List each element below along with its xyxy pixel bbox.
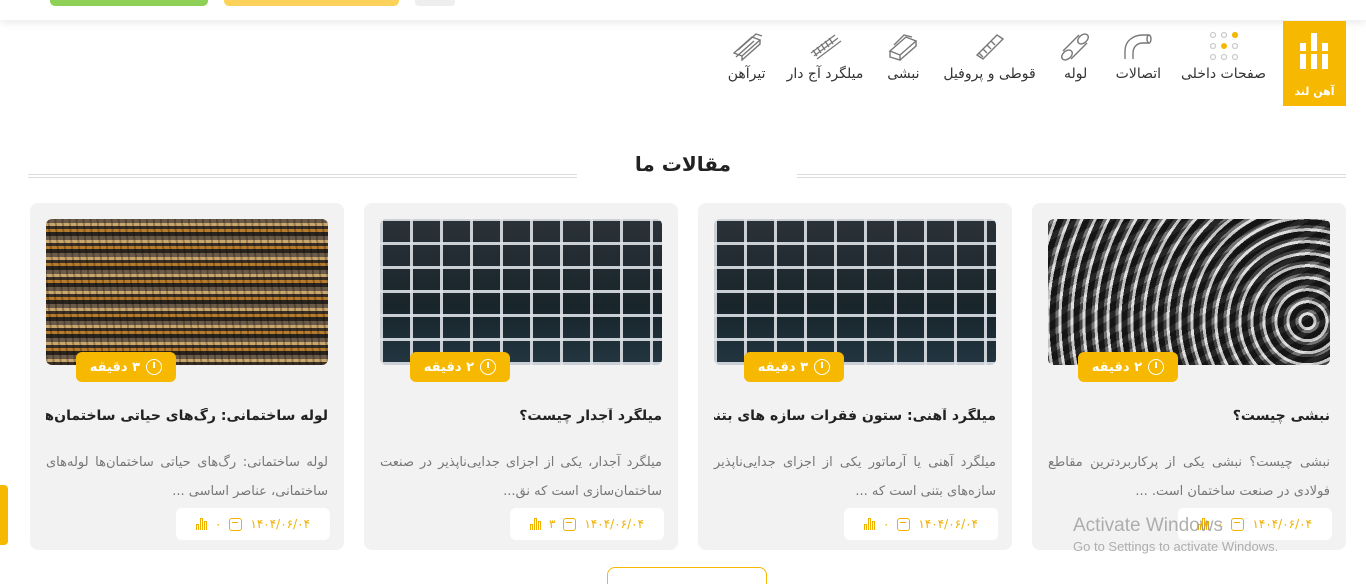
watermark-subtitle: Go to Settings to activate Windows. <box>1073 539 1279 554</box>
site-logo[interactable]: آهن لند <box>1283 21 1346 106</box>
clock-icon <box>480 359 496 375</box>
i-beam-icon <box>727 28 767 64</box>
logo-mark-icon <box>1296 33 1333 69</box>
read-time: ۲ دقیقه <box>423 359 474 375</box>
article-title[interactable]: میلگرد آهنی: ستون فقرات سازه های بتنی <box>714 408 996 424</box>
article-card[interactable]: ۳ دقیقه لوله ساختمانی: رگ‌های حیاتی ساخت… <box>30 203 344 550</box>
article-date: ۱۴۰۴/۰۶/۰۴ <box>584 517 645 531</box>
read-time-badge: ۳ دقیقه <box>75 352 176 382</box>
section-title: مقالات ما <box>634 152 732 176</box>
nav-item-label: میلگرد آج دار <box>786 66 864 82</box>
article-image-rebar-stack[interactable] <box>46 219 328 365</box>
angle-iron-icon <box>883 28 923 64</box>
nav-item-fittings[interactable]: اتصالات <box>1116 28 1161 82</box>
clock-icon <box>1148 359 1164 375</box>
dots-grid-icon <box>1204 28 1244 64</box>
article-meta: ۰ ۱۴۰۴/۰۶/۰۴ <box>844 508 998 540</box>
windows-activation-watermark: Activate Windows Go to Settings to activ… <box>1073 515 1278 554</box>
calendar-icon <box>563 517 577 531</box>
article-date: ۱۴۰۴/۰۶/۰۴ <box>250 517 311 531</box>
nav-item-pages[interactable]: صفحات داخلی <box>1181 28 1266 82</box>
read-time: ۳ دقیقه <box>89 359 140 375</box>
article-image-steel-pipes[interactable] <box>1048 219 1330 365</box>
article-title[interactable]: نبشی چیست؟ <box>1048 408 1330 424</box>
view-all-articles-button[interactable] <box>607 567 767 584</box>
clock-icon <box>146 359 162 375</box>
article-image-steel-profiles[interactable] <box>380 219 662 365</box>
article-meta: ۰ ۱۴۰۴/۰۶/۰۴ <box>176 508 330 540</box>
rebar-icon <box>805 28 845 64</box>
calendar-icon <box>229 517 243 531</box>
nav-item-label: نبشی <box>887 66 920 82</box>
article-meta: ۳ ۱۴۰۴/۰۶/۰۴ <box>510 508 664 540</box>
nav-item-angle[interactable]: نبشی <box>883 28 923 82</box>
pipe-icon <box>1056 28 1096 64</box>
header-green-button[interactable] <box>50 0 208 6</box>
article-date: ۱۴۰۴/۰۶/۰۴ <box>918 517 979 531</box>
nav-item-label: قوطی و پروفیل <box>943 66 1036 82</box>
calendar-icon <box>897 517 911 531</box>
watermark-title: Activate Windows <box>1073 515 1223 536</box>
nav-item-label: صفحات داخلی <box>1181 66 1266 82</box>
profile-tube-icon <box>970 28 1010 64</box>
side-floating-tab[interactable] <box>0 485 8 545</box>
read-time: ۳ دقیقه <box>757 359 808 375</box>
article-excerpt: میلگرد آهنی یا آرماتور یکی از اجزای جدای… <box>714 455 996 499</box>
read-time: ۲ دقیقه <box>1091 359 1142 375</box>
views-count: ۳ <box>548 517 556 531</box>
article-card[interactable]: ۲ دقیقه میلگرد آجدار چیست؟ میلگرد آجدار،… <box>364 203 678 550</box>
article-card[interactable]: ۳ دقیقه میلگرد آهنی: ستون فقرات سازه های… <box>698 203 1012 550</box>
pipe-elbow-icon <box>1118 28 1158 64</box>
article-image-steel-profiles[interactable] <box>714 219 996 365</box>
views-count: ۰ <box>214 517 222 531</box>
nav-item-rebar[interactable]: میلگرد آج دار <box>786 28 864 82</box>
logo-text: آهن لند <box>1294 85 1335 98</box>
article-title[interactable]: میلگرد آجدار چیست؟ <box>380 408 662 424</box>
article-title[interactable]: لوله ساختمانی: رگ‌های حیاتی ساختمان‌ها <box>46 408 328 424</box>
nav-item-label: لوله <box>1064 66 1088 82</box>
article-excerpt: میلگرد آجدار، یکی از اجزای جدایی‌ناپذیر … <box>380 455 662 499</box>
views-chart-icon <box>529 518 541 530</box>
read-time-badge: ۲ دقیقه <box>1077 352 1178 382</box>
article-excerpt: لوله ساختمانی: رگ‌های حیاتی ساختمان‌ها ل… <box>46 455 328 499</box>
nav-item-profile[interactable]: قوطی و پروفیل <box>943 28 1036 82</box>
category-nav: تیرآهن میلگرد آج دار نبشی قوطی و پروفیل … <box>707 28 1266 82</box>
nav-item-label: تیرآهن <box>727 66 766 82</box>
read-time-badge: ۲ دقیقه <box>409 352 510 382</box>
top-header-bar <box>0 0 1366 20</box>
nav-item-ibeam[interactable]: تیرآهن <box>727 28 767 82</box>
nav-item-pipe[interactable]: لوله <box>1056 28 1096 82</box>
article-card[interactable]: ۲ دقیقه نبشی چیست؟ نبشی چیست؟ نبشی یکی ا… <box>1032 203 1346 550</box>
clock-icon <box>814 359 830 375</box>
read-time-badge: ۳ دقیقه <box>743 352 844 382</box>
views-chart-icon <box>863 518 875 530</box>
header-grey-button[interactable] <box>415 0 455 6</box>
nav-item-label: اتصالات <box>1115 66 1162 82</box>
article-excerpt: نبشی چیست؟ نبشی یکی از پرکاربردترین مقاط… <box>1048 455 1330 499</box>
views-chart-icon <box>195 518 207 530</box>
header-yellow-button[interactable] <box>224 0 399 6</box>
views-count: ۰ <box>882 517 890 531</box>
